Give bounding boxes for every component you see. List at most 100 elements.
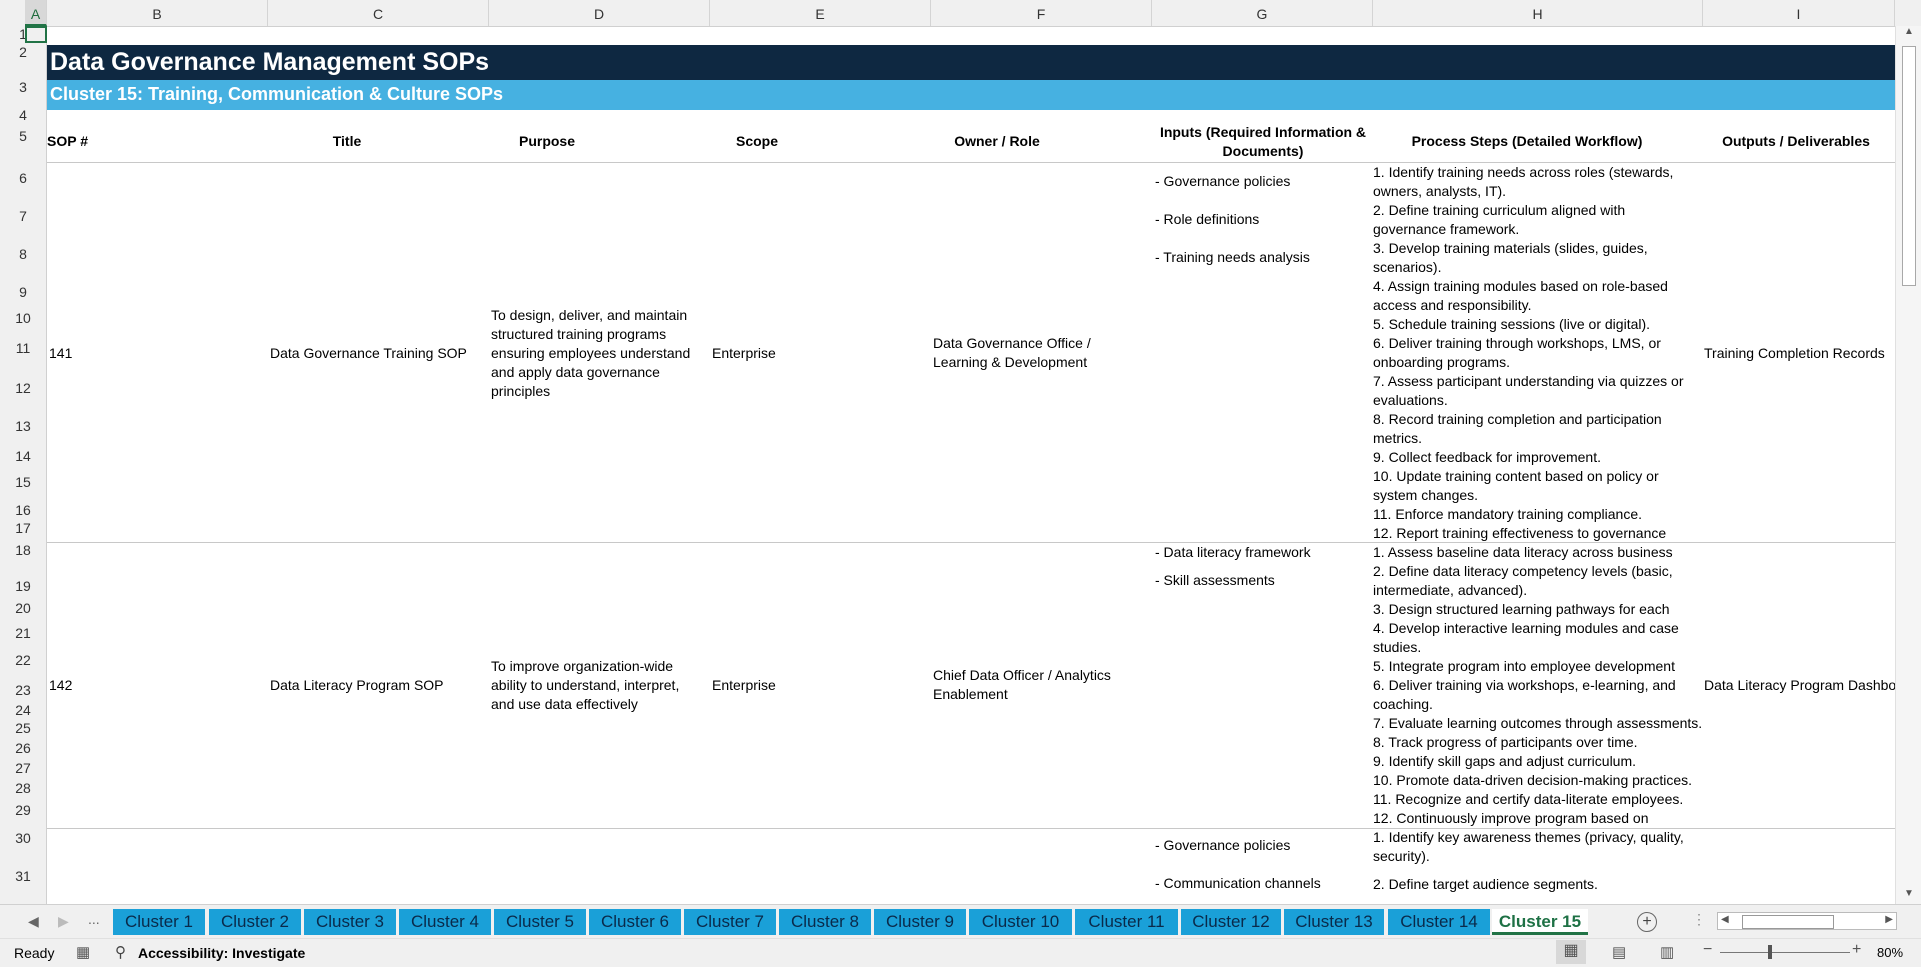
sop-owner[interactable]: Data Governance Office / Learning & Deve…	[933, 334, 1145, 372]
vertical-scroll-thumb[interactable]	[1902, 46, 1916, 286]
column-header-i[interactable]: I	[1703, 0, 1895, 26]
row-header-15[interactable]: 15	[0, 474, 46, 490]
sop-owner[interactable]: Chief Data Officer / Analytics Enablemen…	[933, 666, 1133, 704]
sheet-tab-cluster-2[interactable]: Cluster 2	[209, 909, 301, 935]
sheet-tab-cluster-4[interactable]: Cluster 4	[399, 909, 491, 935]
row-header-18[interactable]: 18	[0, 542, 46, 558]
row-header-27[interactable]: 27	[0, 760, 46, 776]
row-header-14[interactable]: 14	[0, 448, 46, 464]
row-header-26[interactable]: 26	[0, 740, 46, 756]
sheet-tab-cluster-11[interactable]: Cluster 11	[1075, 909, 1178, 935]
horizontal-scrollbar[interactable]: ◀ ▶	[1717, 912, 1897, 930]
row-header-13[interactable]: 13	[0, 418, 46, 434]
row-header-2[interactable]: 2	[0, 44, 46, 60]
row-header-5[interactable]: 5	[0, 128, 46, 144]
sop-purpose[interactable]: To design, deliver, and maintain structu…	[491, 306, 703, 401]
row-header-24[interactable]: 24	[0, 702, 46, 718]
row-header-19[interactable]: 19	[0, 578, 46, 594]
process-step: 12. Continuously improve program based o…	[1373, 810, 1649, 826]
sheet-tab-cluster-9[interactable]: Cluster 9	[874, 909, 966, 935]
normal-view-icon[interactable]: ▦	[1556, 940, 1586, 964]
zoom-slider-thumb[interactable]	[1768, 945, 1772, 959]
process-step: scenarios).	[1373, 259, 1442, 275]
page-layout-view-icon[interactable]: ▤	[1612, 943, 1626, 961]
column-header-g[interactable]: G	[1152, 0, 1373, 26]
accessibility-icon[interactable]: ⚲	[115, 943, 126, 961]
select-all-corner[interactable]	[0, 0, 26, 26]
sheet-tab-cluster-13[interactable]: Cluster 13	[1284, 909, 1384, 935]
vertical-scrollbar[interactable]: ▲ ▼	[1895, 26, 1921, 904]
row-header-29[interactable]: 29	[0, 802, 46, 818]
sheet-tab-cluster-6[interactable]: Cluster 6	[589, 909, 681, 935]
sop-outputs[interactable]: Data Literacy Program Dashboa	[1704, 676, 1895, 695]
row-header-28[interactable]: 28	[0, 780, 46, 796]
zoom-in-icon[interactable]: +	[1852, 941, 1861, 959]
scroll-down-icon[interactable]: ▼	[1901, 888, 1917, 902]
row-header-22[interactable]: 22	[0, 652, 46, 668]
worksheet-grid[interactable]: Data Governance Management SOPs Cluster …	[47, 26, 1895, 904]
row-header-3[interactable]: 3	[0, 79, 46, 95]
tab-prev-icon[interactable]: ◀	[28, 913, 39, 930]
column-header-a[interactable]: A	[25, 0, 47, 26]
tab-next-icon[interactable]: ▶	[58, 913, 69, 930]
add-sheet-icon[interactable]: +	[1637, 912, 1657, 932]
column-header-d[interactable]: D	[489, 0, 710, 26]
horizontal-scroll-thumb[interactable]	[1742, 915, 1834, 929]
row-header-16[interactable]: 16	[0, 502, 46, 518]
row-header-17[interactable]: 17	[0, 520, 46, 536]
sop-purpose[interactable]: To improve organization-wide ability to …	[491, 657, 691, 714]
tab-overflow-ellipsis[interactable]: ...	[88, 911, 100, 927]
sop-scope[interactable]: Enterprise	[712, 344, 776, 363]
zoom-out-icon[interactable]: −	[1703, 941, 1712, 959]
row-header-21[interactable]: 21	[0, 625, 46, 641]
sheet-tab-cluster-12[interactable]: Cluster 12	[1181, 909, 1281, 935]
macro-record-icon[interactable]: ▦	[76, 943, 90, 961]
input-item: - Governance policies	[1155, 837, 1291, 853]
scroll-right-icon[interactable]: ▶	[1885, 914, 1893, 925]
column-header-b[interactable]: B	[47, 0, 268, 26]
sheet-tab-cluster-10[interactable]: Cluster 10	[969, 909, 1072, 935]
input-item: - Governance policies	[1155, 173, 1291, 189]
tab-options-icon[interactable]: ⋮	[1692, 911, 1706, 928]
column-header-c[interactable]: C	[268, 0, 489, 26]
page-break-view-icon[interactable]: ▥	[1660, 943, 1674, 961]
scroll-left-icon[interactable]: ◀	[1721, 914, 1729, 925]
process-step: 2. Define target audience segments.	[1373, 876, 1598, 892]
sop-number[interactable]: 141	[49, 344, 72, 363]
sheet-tab-cluster-15[interactable]: Cluster 15	[1492, 909, 1588, 935]
row-header-9[interactable]: 9	[0, 284, 46, 300]
sop-outputs[interactable]: Training Completion Records	[1704, 344, 1885, 363]
sheet-tab-cluster-14[interactable]: Cluster 14	[1388, 909, 1490, 935]
process-step: 3. Design structured learning pathways f…	[1373, 601, 1670, 617]
row-header-4[interactable]: 4	[0, 107, 46, 123]
row-header-30[interactable]: 30	[0, 830, 46, 846]
accessibility-status[interactable]: Accessibility: Investigate	[138, 945, 305, 961]
row-header-10[interactable]: 10	[0, 310, 46, 326]
column-header-e[interactable]: E	[710, 0, 931, 26]
process-step: 11. Enforce mandatory training complianc…	[1373, 506, 1642, 522]
sop-title[interactable]: Data Governance Training SOP	[270, 344, 467, 363]
sheet-tab-cluster-5[interactable]: Cluster 5	[494, 909, 586, 935]
row-header-31[interactable]: 31	[0, 868, 46, 884]
row-header-8[interactable]: 8	[0, 246, 46, 262]
row-header-23[interactable]: 23	[0, 682, 46, 698]
row-header-11[interactable]: 11	[0, 340, 46, 356]
column-header-f[interactable]: F	[931, 0, 1152, 26]
row-header-20[interactable]: 20	[0, 600, 46, 616]
row-header-7[interactable]: 7	[0, 208, 46, 224]
row-header-6[interactable]: 6	[0, 170, 46, 186]
zoom-slider-track[interactable]	[1720, 952, 1850, 953]
scroll-up-icon[interactable]: ▲	[1901, 26, 1917, 40]
sop-scope[interactable]: Enterprise	[712, 676, 776, 695]
process-step: 9. Collect feedback for improvement.	[1373, 449, 1601, 465]
sop-title[interactable]: Data Literacy Program SOP	[270, 676, 444, 695]
sheet-tab-cluster-7[interactable]: Cluster 7	[684, 909, 776, 935]
zoom-level[interactable]: 80%	[1877, 945, 1903, 960]
row-header-25[interactable]: 25	[0, 720, 46, 736]
sheet-tab-cluster-1[interactable]: Cluster 1	[113, 909, 205, 935]
sheet-tab-cluster-8[interactable]: Cluster 8	[779, 909, 871, 935]
row-header-12[interactable]: 12	[0, 380, 46, 396]
column-header-h[interactable]: H	[1373, 0, 1703, 26]
sop-number[interactable]: 142	[49, 676, 72, 695]
sheet-tab-cluster-3[interactable]: Cluster 3	[304, 909, 396, 935]
